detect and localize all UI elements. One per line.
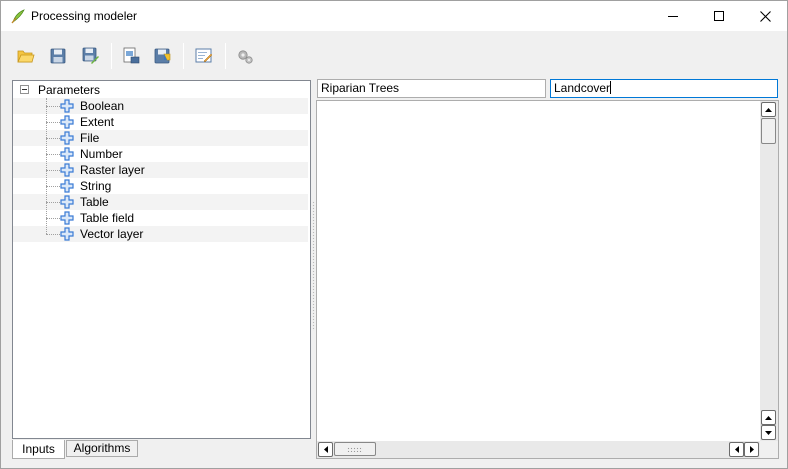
add-parameter-icon bbox=[60, 227, 74, 241]
tree-item-label: File bbox=[80, 131, 100, 145]
maximize-icon bbox=[714, 11, 724, 21]
model-group-input[interactable]: Landcover bbox=[550, 79, 778, 98]
tree-item[interactable]: Boolean bbox=[13, 98, 308, 114]
inputs-tree-panel: Parameters Boolean Extent File Number Raster… bbox=[12, 80, 311, 439]
tree-connector bbox=[46, 218, 60, 219]
model-name-value: Riparian Trees bbox=[321, 81, 400, 95]
processing-modeler-window: Processing modeler Parameters Boolean Ex… bbox=[0, 0, 788, 469]
arrow-right-icon bbox=[749, 446, 754, 453]
toolbar-separator bbox=[111, 43, 112, 69]
vertical-scroll-thumb[interactable] bbox=[761, 118, 776, 144]
scroll-up-button[interactable] bbox=[761, 102, 776, 117]
scroll-left-button[interactable] bbox=[318, 442, 333, 457]
tree-item-label: Vector layer bbox=[80, 227, 144, 241]
scroll-up-button-lower[interactable] bbox=[761, 410, 776, 425]
tree-item-label: Raster layer bbox=[80, 163, 145, 177]
open-model-button[interactable] bbox=[15, 45, 37, 67]
arrow-up-icon bbox=[765, 107, 772, 112]
scroll-left-button-lower[interactable] bbox=[729, 442, 744, 457]
add-parameter-icon bbox=[60, 179, 74, 193]
tree-item-label: String bbox=[80, 179, 112, 193]
add-parameter-icon bbox=[60, 147, 74, 161]
toolbar-separator bbox=[183, 43, 184, 69]
horizontal-scrollbar[interactable] bbox=[317, 441, 760, 458]
model-name-input[interactable]: Riparian Trees bbox=[317, 79, 546, 98]
text-caret bbox=[610, 81, 612, 94]
tree-item[interactable]: Table bbox=[13, 194, 308, 210]
tree-item[interactable]: String bbox=[13, 178, 308, 194]
export-image-button[interactable] bbox=[120, 45, 142, 67]
run-model-icon bbox=[238, 50, 253, 64]
add-parameter-icon bbox=[60, 211, 74, 225]
tree-item[interactable]: Vector layer bbox=[13, 226, 308, 242]
vertical-scrollbar[interactable] bbox=[760, 101, 778, 441]
tree-item-label: Table field bbox=[80, 211, 135, 225]
scroll-right-button[interactable] bbox=[744, 442, 759, 457]
tree-connector bbox=[46, 122, 60, 123]
tree-connector bbox=[46, 202, 60, 203]
add-parameter-icon bbox=[60, 163, 74, 177]
tree-item[interactable]: Table field bbox=[13, 210, 308, 226]
minimize-icon bbox=[668, 16, 678, 17]
tree-item-label: Boolean bbox=[80, 99, 125, 113]
model-group-value: Landcover bbox=[554, 81, 611, 95]
close-button[interactable] bbox=[742, 1, 788, 31]
title-bar: Processing modeler bbox=[1, 1, 787, 31]
arrow-up-icon bbox=[765, 415, 772, 420]
tree-connector bbox=[46, 154, 60, 155]
tree-item-label: Number bbox=[80, 147, 123, 161]
tree-connector bbox=[46, 106, 60, 107]
arrow-left-icon bbox=[323, 446, 328, 453]
arrow-left-icon bbox=[734, 446, 739, 453]
tree-connector bbox=[46, 138, 60, 139]
minimize-button[interactable] bbox=[650, 1, 696, 31]
export-python-button[interactable] bbox=[152, 45, 174, 67]
collapse-icon[interactable] bbox=[20, 85, 29, 94]
tree-connector bbox=[46, 186, 60, 187]
tree-guide-line bbox=[46, 98, 47, 234]
run-model-button[interactable] bbox=[234, 45, 256, 67]
tree-root-parameters[interactable]: Parameters bbox=[13, 82, 308, 98]
open-folder-icon bbox=[17, 50, 35, 63]
export-python-icon bbox=[154, 48, 171, 64]
grip-icon bbox=[347, 447, 363, 452]
edit-help-button[interactable] bbox=[193, 45, 215, 67]
maximize-button[interactable] bbox=[696, 1, 742, 31]
save-icon bbox=[50, 48, 66, 64]
tab-inputs[interactable]: Inputs bbox=[12, 440, 65, 459]
tree-connector bbox=[46, 170, 60, 171]
edit-help-icon bbox=[195, 48, 213, 63]
add-parameter-icon bbox=[60, 131, 74, 145]
toolbar-separator bbox=[225, 43, 226, 69]
tab-algorithms[interactable]: Algorithms bbox=[66, 440, 138, 457]
scroll-down-button[interactable] bbox=[761, 425, 776, 440]
model-canvas[interactable] bbox=[316, 100, 779, 459]
tree-item[interactable]: Number bbox=[13, 146, 308, 162]
export-image-icon bbox=[123, 47, 140, 64]
horizontal-scroll-thumb[interactable] bbox=[334, 442, 376, 456]
tree-item-label: Table bbox=[80, 195, 109, 209]
tree-connector bbox=[46, 234, 60, 235]
tree-item[interactable]: File bbox=[13, 130, 308, 146]
tree-item[interactable]: Extent bbox=[13, 114, 308, 130]
tree-root-label: Parameters bbox=[38, 83, 101, 97]
qgis-icon bbox=[11, 9, 25, 24]
tree-item-label: Extent bbox=[80, 115, 115, 129]
add-parameter-icon bbox=[60, 99, 74, 113]
tree-item[interactable]: Raster layer bbox=[13, 162, 308, 178]
toolbar bbox=[1, 31, 787, 79]
add-parameter-icon bbox=[60, 195, 74, 209]
save-as-button[interactable] bbox=[80, 45, 102, 67]
save-as-icon bbox=[82, 47, 99, 64]
arrow-down-icon bbox=[765, 430, 772, 435]
window-title: Processing modeler bbox=[31, 9, 138, 23]
splitter-handle[interactable] bbox=[312, 201, 315, 331]
save-button[interactable] bbox=[47, 45, 69, 67]
add-parameter-icon bbox=[60, 115, 74, 129]
close-icon bbox=[759, 10, 771, 22]
scrollbar-corner bbox=[760, 441, 778, 458]
